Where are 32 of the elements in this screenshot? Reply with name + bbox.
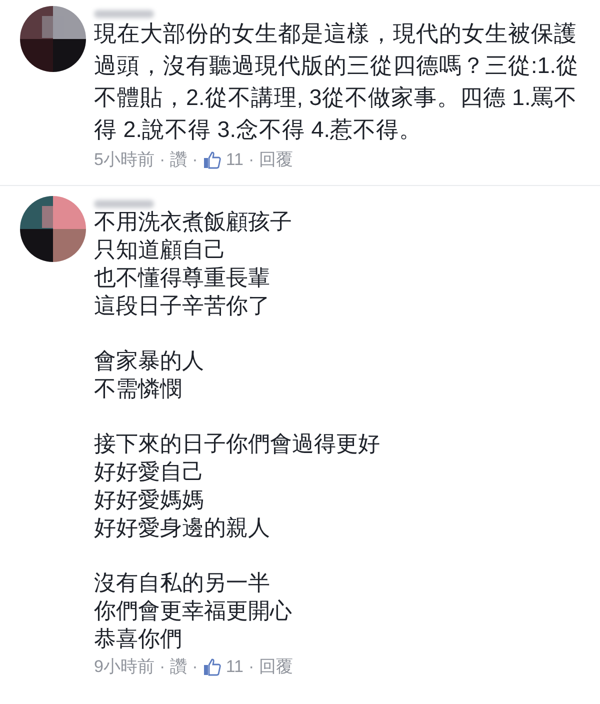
comment-line: 不用洗衣煮飯顧孩子 (94, 208, 293, 236)
comment-line: 恭喜你們 (94, 625, 183, 653)
separator: · (159, 656, 166, 678)
comment-line: 接下來的日子你們會過得更好 (94, 430, 381, 458)
separator: · (248, 149, 254, 171)
timestamp[interactable]: 9小時前 (94, 656, 154, 678)
separator: · (192, 656, 198, 678)
blurred-name (94, 10, 154, 18)
like-link[interactable]: 讚 (170, 656, 188, 678)
comment-line: 這段日子辛苦你了 (94, 292, 271, 320)
timestamp[interactable]: 5小時前 (94, 149, 154, 171)
blurred-name (94, 200, 154, 208)
reply-link[interactable]: 回覆 (259, 656, 294, 678)
comment-line: 會家暴的人 (94, 347, 205, 375)
separator: · (159, 149, 166, 171)
thumbs-up-icon (202, 151, 221, 169)
comment-line: 只知道顧自己 (94, 236, 227, 264)
comment-text: 現在大部份的女生都是這樣，現代的女生被保護過頭，沒有聽過現代版的三從四德嗎？三從:1.從不體貼，2.從不講理, 3從不做家事。四德 1.罵不得 2.說不得 3.念不得 4.惹不得。 (94, 20, 580, 144)
thumbs-up-icon (202, 658, 221, 676)
comment-line: 好好愛自己 (94, 458, 205, 486)
comment-line: 好好愛媽媽 (94, 486, 205, 514)
like-count: 11 (226, 656, 244, 678)
like-count: 11 (226, 149, 244, 171)
separator: · (248, 656, 254, 678)
comment-line: 也不懂得尊重長輩 (94, 264, 271, 292)
separator: · (192, 149, 198, 171)
like-link[interactable]: 讚 (170, 149, 188, 171)
comment-line: 不需憐憫 (94, 375, 183, 403)
comment-line: 好好愛身邊的親人 (94, 514, 271, 542)
comment-line: 你們會更幸福更開心 (94, 597, 293, 625)
reply-link[interactable]: 回覆 (259, 149, 294, 171)
comment-line: 沒有自私的另一半 (94, 569, 271, 597)
